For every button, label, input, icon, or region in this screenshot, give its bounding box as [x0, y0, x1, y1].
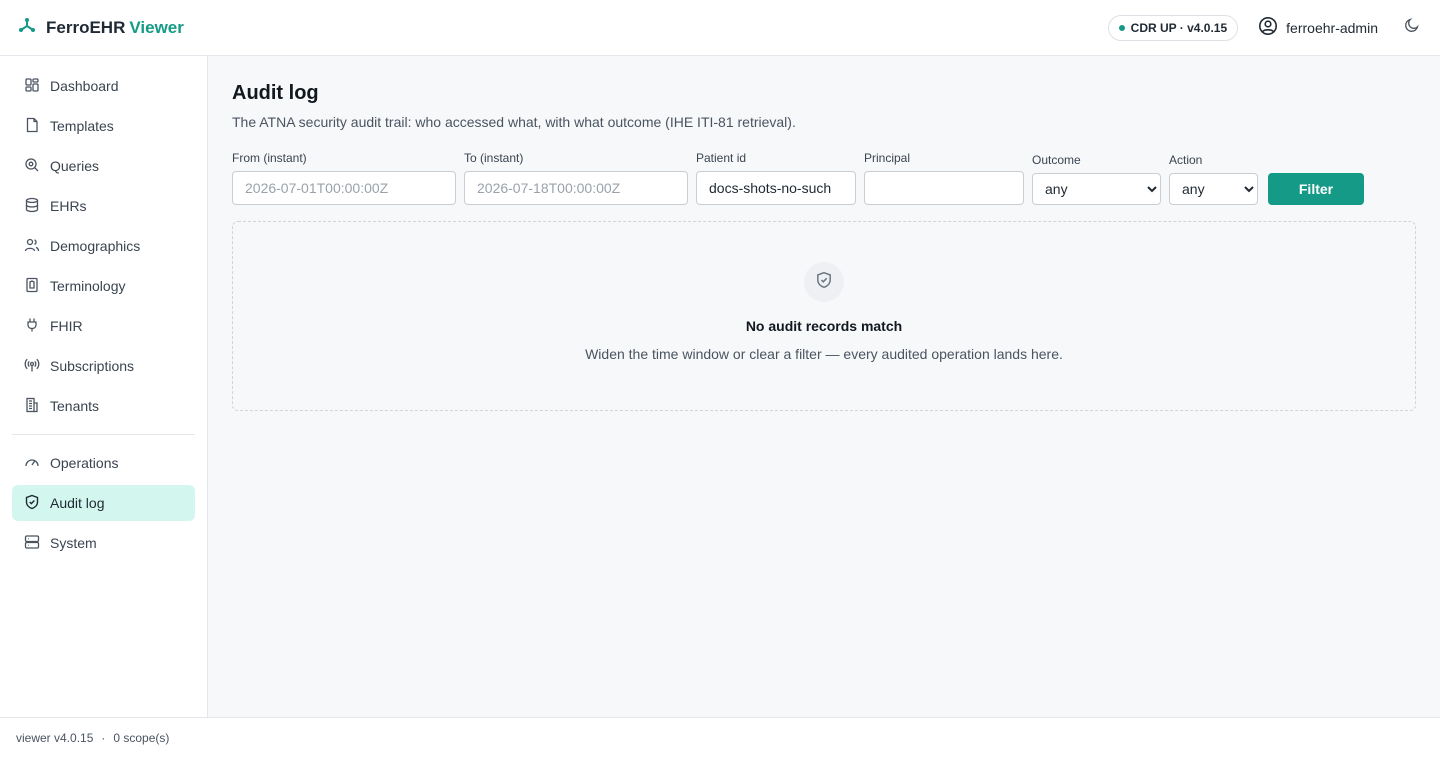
sidebar-item-label: Terminology [50, 278, 126, 294]
from-field: From (instant) [232, 151, 456, 205]
dashboard-icon [24, 77, 40, 96]
empty-state-title: No audit records match [745, 318, 903, 334]
status-dot-icon [1118, 24, 1125, 31]
sidebar-divider [12, 434, 195, 435]
status-text: CDR UP · v4.0.15 [1130, 20, 1228, 35]
principal-field: Principal [864, 151, 1024, 205]
sidebar-item-system[interactable]: System [12, 525, 195, 561]
gauge-icon [24, 454, 40, 473]
moon-icon [1404, 17, 1420, 38]
patient-id-field: Patient id [696, 151, 856, 205]
footer-scopes: 0 scope(s) [113, 730, 170, 745]
users-icon [24, 237, 40, 256]
ferroehr-logo-icon [18, 16, 36, 39]
sidebar-item-fhir[interactable]: FHIR [12, 308, 195, 344]
brand-name: FerroEHR [46, 17, 126, 37]
sidebar-item-demographics[interactable]: Demographics [12, 228, 195, 264]
sidebar-item-terminology[interactable]: Terminology [12, 268, 195, 304]
shield-check-icon [815, 271, 833, 294]
broadcast-icon [24, 357, 40, 376]
sidebar-item-label: Audit log [50, 495, 105, 511]
sidebar-item-tenants[interactable]: Tenants [12, 388, 195, 424]
action-select[interactable]: any [1169, 173, 1258, 205]
patient-id-label: Patient id [696, 151, 747, 165]
to-field: To (instant) [464, 151, 688, 205]
brand-accent-word: Viewer [129, 17, 184, 37]
outcome-label: Outcome [1032, 153, 1081, 167]
brand[interactable]: FerroEHR Viewer [18, 16, 184, 39]
sidebar-item-label: Queries [50, 158, 100, 174]
username: ferroehr-admin [1286, 19, 1378, 36]
sidebar: Dashboard Templates Queries EHRs Demogra… [0, 56, 208, 717]
empty-state-icon-wrap [804, 262, 844, 302]
sidebar-item-templates[interactable]: Templates [12, 108, 195, 144]
filter-bar: From (instant) To (instant) Patient id P… [232, 151, 1416, 205]
user-circle-icon [1258, 16, 1278, 39]
to-input[interactable] [464, 171, 688, 205]
shield-icon [24, 494, 40, 513]
sidebar-item-ehrs[interactable]: EHRs [12, 188, 195, 224]
empty-state-message: Widen the time window or clear a filter … [585, 346, 1063, 362]
sidebar-item-dashboard[interactable]: Dashboard [12, 68, 195, 104]
sidebar-item-audit-log[interactable]: Audit log [12, 485, 195, 521]
search-icon [24, 157, 40, 176]
sidebar-item-label: Operations [50, 455, 119, 471]
building-icon [24, 397, 40, 416]
sidebar-item-label: Tenants [50, 398, 100, 414]
cdr-status-badge: CDR UP · v4.0.15 [1107, 14, 1239, 41]
page-title: Audit log [232, 82, 319, 104]
to-label: To (instant) [464, 151, 524, 165]
page-subtitle: The ATNA security audit trail: who acces… [232, 114, 796, 130]
principal-input[interactable] [864, 171, 1024, 205]
action-label: Action [1169, 153, 1203, 167]
plug-icon [24, 317, 40, 336]
main-content: Audit log The ATNA security audit trail:… [232, 56, 1416, 411]
database-icon [24, 197, 40, 216]
sidebar-item-subscriptions[interactable]: Subscriptions [12, 348, 195, 384]
principal-label: Principal [864, 151, 911, 165]
sidebar-item-label: Demographics [50, 238, 141, 254]
from-input[interactable] [232, 171, 456, 205]
action-field: Action any [1169, 153, 1258, 205]
footer: viewer v4.0.15 · 0 scope(s) [0, 717, 1440, 757]
server-icon [24, 534, 40, 553]
sidebar-item-label: Dashboard [50, 78, 119, 94]
empty-state: No audit records match Widen the time wi… [232, 221, 1416, 411]
outcome-field: Outcome any [1032, 153, 1161, 205]
top-bar: FerroEHR Viewer CDR UP · v4.0.15 ferroehr… [0, 0, 1440, 56]
sidebar-item-label: Subscriptions [50, 358, 135, 374]
sidebar-item-queries[interactable]: Queries [12, 148, 195, 184]
outcome-select[interactable]: any [1032, 173, 1161, 205]
book-icon [24, 277, 40, 296]
theme-toggle-button[interactable] [1402, 18, 1422, 38]
from-label: From (instant) [232, 151, 307, 165]
sidebar-item-label: FHIR [50, 318, 83, 334]
sidebar-item-label: Templates [50, 118, 114, 134]
user-menu[interactable]: ferroehr-admin [1258, 16, 1378, 39]
sidebar-item-operations[interactable]: Operations [12, 445, 195, 481]
file-icon [24, 117, 40, 136]
filter-button[interactable]: Filter [1268, 173, 1364, 205]
patient-id-input[interactable] [696, 171, 856, 205]
sidebar-item-label: System [50, 535, 97, 551]
footer-separator: · [101, 730, 106, 745]
footer-version: viewer v4.0.15 [16, 730, 94, 745]
sidebar-item-label: EHRs [50, 198, 87, 214]
